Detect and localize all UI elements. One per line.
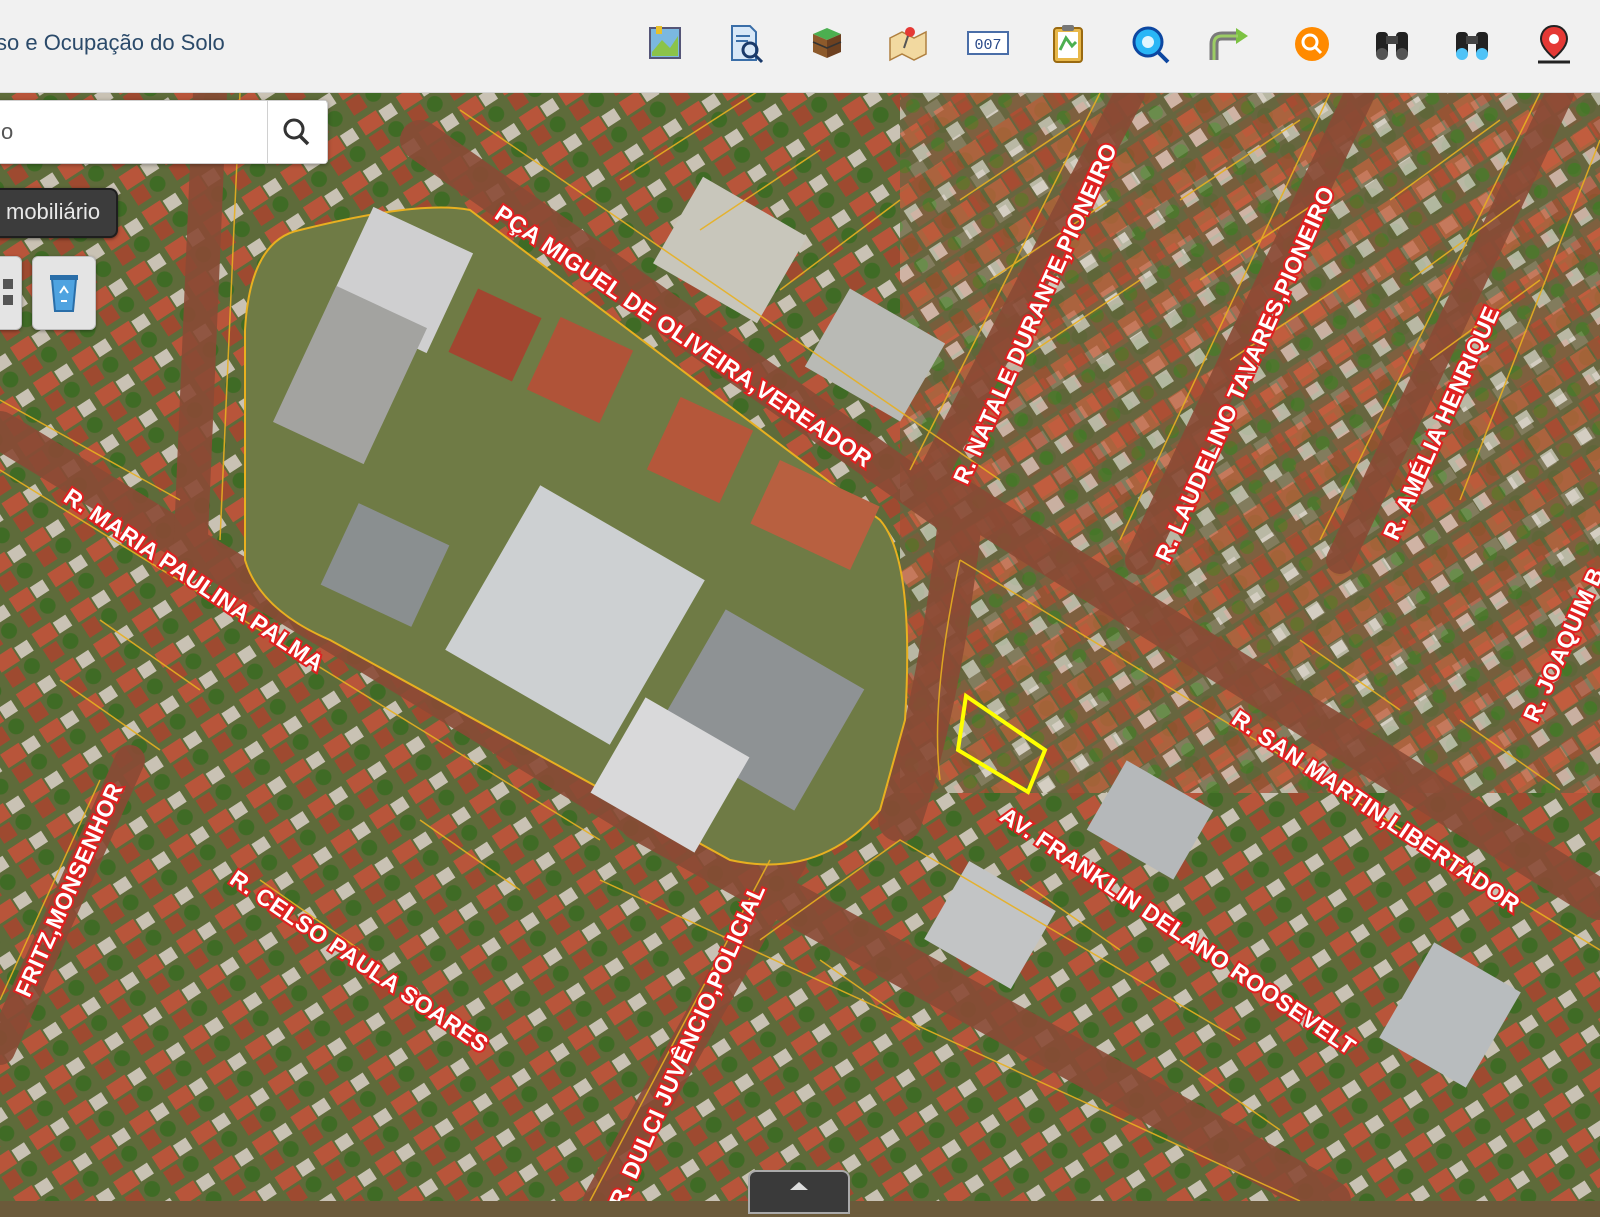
search-button[interactable] xyxy=(267,101,326,163)
clear-selection-button[interactable] xyxy=(32,256,96,330)
layer-button[interactable]: mobiliário xyxy=(0,188,119,238)
counter-icon[interactable]: 007 xyxy=(966,22,1010,66)
globe-search-icon[interactable] xyxy=(1128,22,1172,66)
app-title: so e Ocupação do Solo xyxy=(0,30,225,55)
aerial-map[interactable]: PÇA MIGUEL DE OLIVEIRA,VEREADOR R. NATAL… xyxy=(0,93,1600,1201)
search-icon xyxy=(283,118,310,146)
aerial-imagery xyxy=(0,93,1600,1201)
layers-icon[interactable] xyxy=(805,22,849,66)
recycle-bin-icon xyxy=(50,275,78,312)
grid-tool-button[interactable] xyxy=(0,256,22,330)
location-marker-icon[interactable] xyxy=(1532,22,1576,66)
document-search-icon[interactable] xyxy=(724,22,768,66)
map-view-icon[interactable] xyxy=(644,22,688,66)
bottom-panel-toggle[interactable] xyxy=(748,1170,850,1214)
clipboard-icon[interactable] xyxy=(1046,22,1090,66)
chevron-up-icon xyxy=(790,1182,808,1190)
magnifier-icon[interactable] xyxy=(1290,22,1334,66)
binoculars-icon[interactable] xyxy=(1370,22,1414,66)
binoculars-alt-icon[interactable] xyxy=(1450,22,1494,66)
counter-text: 007 xyxy=(974,37,1001,54)
grid-icon xyxy=(3,279,13,305)
search-box xyxy=(0,100,328,164)
search-input[interactable] xyxy=(0,111,265,153)
route-icon[interactable] xyxy=(1208,22,1252,66)
map-pin-icon[interactable] xyxy=(886,22,930,66)
top-toolbar: so e Ocupação do Solo 007 xyxy=(0,0,1600,93)
